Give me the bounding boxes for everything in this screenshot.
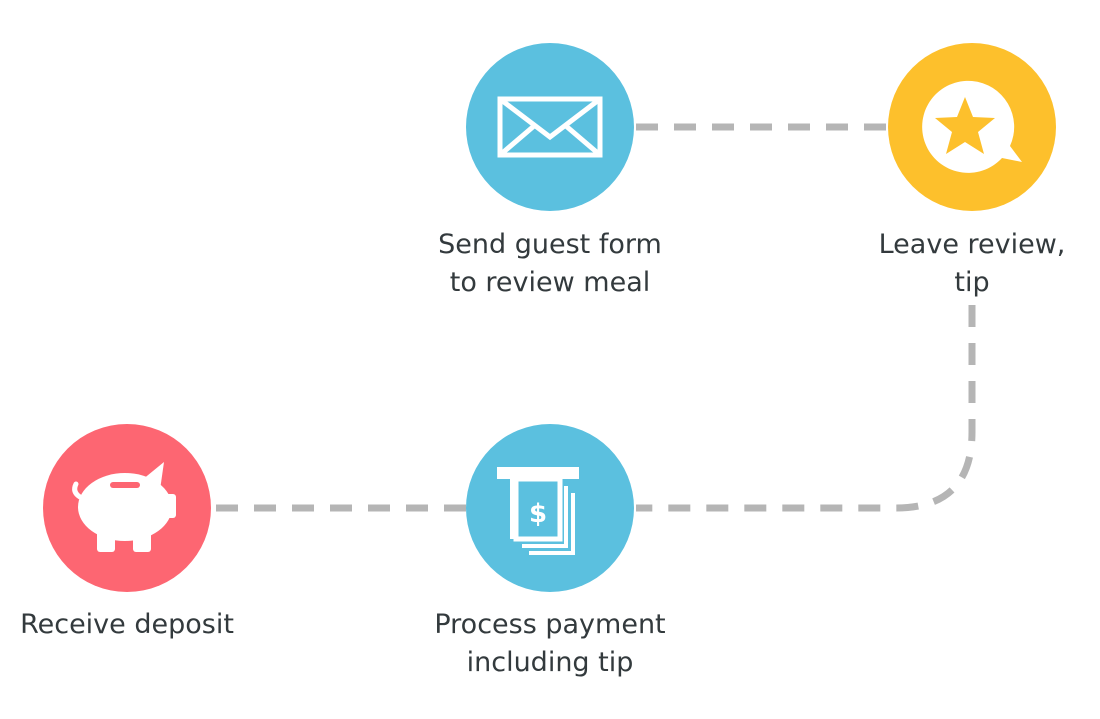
step-label-review-line1: Leave review, <box>878 229 1066 260</box>
step-receive-deposit <box>43 424 211 592</box>
step-circle-send <box>466 43 634 211</box>
step-label-send-line1: Send guest form <box>438 229 662 260</box>
step-label-deposit: Receive deposit <box>0 606 254 644</box>
step-label-deposit-line1: Receive deposit <box>20 609 234 640</box>
step-label-send-line2: to review meal <box>449 267 651 298</box>
svg-text:$: $ <box>529 499 547 529</box>
connector-review-to-process <box>636 305 976 512</box>
step-label-send: Send guest form to review meal <box>400 226 700 302</box>
step-label-process: Process payment including tip <box>400 606 700 682</box>
step-label-process-line1: Process payment <box>434 609 666 640</box>
step-label-review-line2: tip <box>954 267 990 298</box>
step-process-payment: $ <box>466 424 634 592</box>
step-send-guest-form <box>466 43 634 211</box>
step-leave-review <box>888 43 1056 211</box>
step-label-process-line2: including tip <box>466 647 634 678</box>
step-label-review: Leave review, tip <box>822 226 1100 302</box>
